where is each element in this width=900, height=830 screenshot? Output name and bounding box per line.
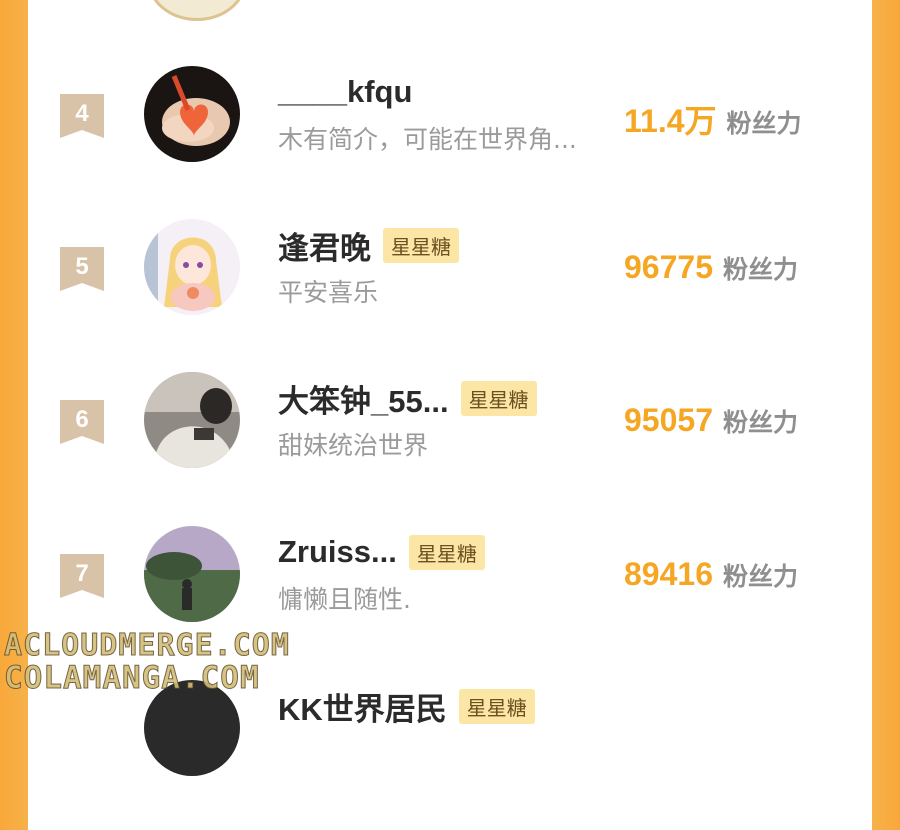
user-name[interactable]: 大笨钟_55... — [278, 376, 449, 421]
fan-power-score: 95057 — [624, 402, 713, 438]
star-candy-badge: 星星糖 — [458, 688, 535, 724]
rank-number: 7 — [75, 560, 89, 587]
rank-flag-icon: 7 — [60, 554, 104, 598]
user-bio: 慵懒且随性. — [278, 585, 411, 614]
ranking-row-5[interactable]: 5 逢君晚 星星糖 平安喜乐 96775 粉丝力 — [0, 219, 900, 369]
star-candy-badge: 星星糖 — [408, 534, 485, 570]
fan-power-label: 粉丝力 — [722, 563, 798, 591]
watermark-line-1: ACLOUDMERGE.COM — [4, 628, 290, 664]
avatar[interactable] — [144, 219, 240, 315]
avatar[interactable] — [144, 526, 240, 622]
fan-power-label: 粉丝力 — [726, 110, 802, 138]
user-name[interactable]: Zruiss... — [278, 534, 397, 570]
fan-power-label: 粉丝力 — [722, 256, 798, 284]
ranking-row-4[interactable]: 4 ____kfqu 木有简介，可能在世界角... 11.4万 粉丝力 — [0, 66, 900, 216]
ranking-row-8[interactable]: KK世界居民 星星糖 — [0, 680, 900, 830]
fan-power-score: 89416 — [624, 556, 713, 592]
rank-flag-icon: 4 — [60, 94, 104, 138]
star-candy-badge: 星星糖 — [383, 227, 459, 263]
rank-number: 5 — [75, 253, 89, 280]
user-bio: 木有简介，可能在世界角... — [278, 125, 577, 154]
fan-power-label: 粉丝力 — [722, 409, 798, 437]
user-bio: 甜妹统治世界 — [278, 431, 429, 460]
user-bio: 平安喜乐 — [278, 278, 379, 307]
user-name[interactable]: 逢君晚 — [278, 223, 371, 268]
rank-number: 6 — [75, 406, 89, 433]
avatar[interactable] — [144, 372, 240, 468]
watermark-line-2: COLAMANGA.COM — [4, 660, 260, 697]
avatar[interactable] — [144, 66, 240, 162]
rank-flag-icon: 5 — [60, 247, 104, 291]
star-candy-badge: 星星糖 — [460, 380, 537, 416]
user-name[interactable]: ____kfqu — [278, 74, 412, 110]
rank-flag-icon: 6 — [60, 400, 104, 444]
fan-power-score: 96775 — [624, 249, 713, 285]
rank-number: 4 — [75, 100, 89, 127]
fan-power-score: 11.4万 — [624, 103, 717, 139]
user-name[interactable]: KK世界居民 — [278, 684, 447, 729]
ranking-row-6[interactable]: 6 大笨钟_55... 星星糖 甜妹统治世界 95057 粉丝力 — [0, 372, 900, 522]
